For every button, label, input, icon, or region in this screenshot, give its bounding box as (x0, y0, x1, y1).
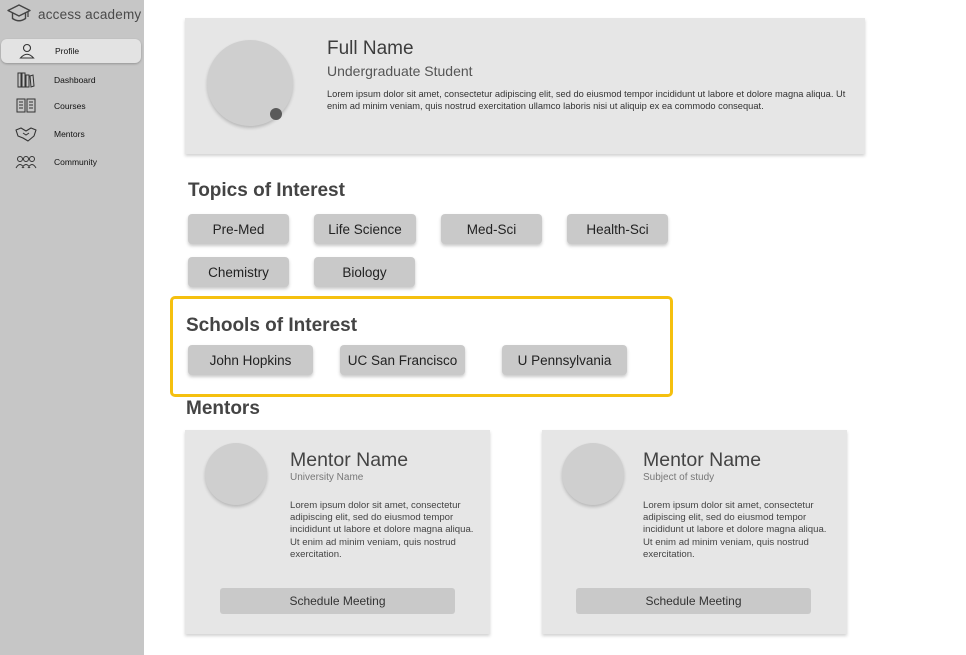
schedule-meeting-button[interactable]: Schedule Meeting (576, 588, 811, 614)
graduation-cap-icon (7, 4, 31, 22)
brand-logo[interactable]: access academy (6, 2, 141, 26)
sidebar-item-community[interactable]: Community (0, 150, 142, 174)
mentor-name: Mentor Name (643, 449, 762, 471)
mentor-avatar[interactable] (205, 443, 267, 505)
sidebar-item-label: Courses (54, 101, 86, 111)
sidebar-item-label: Dashboard (54, 75, 96, 85)
sidebar-item-label: Mentors (54, 129, 85, 139)
sidebar-item-courses[interactable]: Courses (0, 94, 142, 118)
topics-title: Topics of Interest (188, 180, 345, 201)
mentor-subtitle: University Name (290, 472, 364, 483)
mentor-avatar[interactable] (562, 443, 624, 505)
user-icon (16, 42, 38, 60)
school-chip[interactable]: U Pennsylvania (502, 345, 627, 375)
profile-role: Undergraduate Student (327, 63, 473, 79)
sidebar-item-label: Profile (55, 46, 80, 56)
sidebar-item-mentors[interactable]: Mentors (0, 122, 142, 146)
people-group-icon (15, 153, 37, 171)
topic-chip[interactable]: Health-Sci (567, 214, 668, 244)
school-chip[interactable]: John Hopkins (188, 345, 313, 375)
sidebar-item-label: Community (54, 157, 97, 167)
books-icon (15, 71, 37, 89)
mentor-bio: Lorem ipsum dolor sit amet, consectetur … (290, 500, 474, 560)
sidebar: access academy Profile Dashboard Courses… (0, 0, 144, 655)
sidebar-item-profile[interactable]: Profile (1, 39, 141, 63)
status-indicator (270, 108, 282, 120)
topic-chip[interactable]: Chemistry (188, 257, 289, 287)
mentor-name: Mentor Name (290, 449, 409, 471)
profile-bio: Lorem ipsum dolor sit amet, consectetur … (327, 89, 846, 111)
schedule-meeting-button[interactable]: Schedule Meeting (220, 588, 455, 614)
profile-card: Full Name Undergraduate Student Lorem ip… (185, 18, 865, 154)
open-book-icon (15, 97, 37, 115)
sidebar-item-dashboard[interactable]: Dashboard (0, 68, 142, 92)
mentor-card: Mentor Name Subject of study Lorem ipsum… (542, 430, 847, 634)
school-chip[interactable]: UC San Francisco (340, 345, 465, 375)
brand-name: access academy (38, 6, 142, 22)
mentor-bio: Lorem ipsum dolor sit amet, consectetur … (643, 500, 827, 560)
handshake-icon (15, 125, 37, 143)
mentor-subtitle: Subject of study (643, 472, 715, 483)
profile-name: Full Name (327, 38, 414, 59)
schools-title: Schools of Interest (186, 315, 358, 336)
mentors-title: Mentors (186, 398, 260, 419)
mentor-card: Mentor Name University Name Lorem ipsum … (185, 430, 490, 634)
topic-chip[interactable]: Pre-Med (188, 214, 289, 244)
topic-chip[interactable]: Life Science (314, 214, 416, 244)
topic-chip[interactable]: Biology (314, 257, 415, 287)
topic-chip[interactable]: Med-Sci (441, 214, 542, 244)
